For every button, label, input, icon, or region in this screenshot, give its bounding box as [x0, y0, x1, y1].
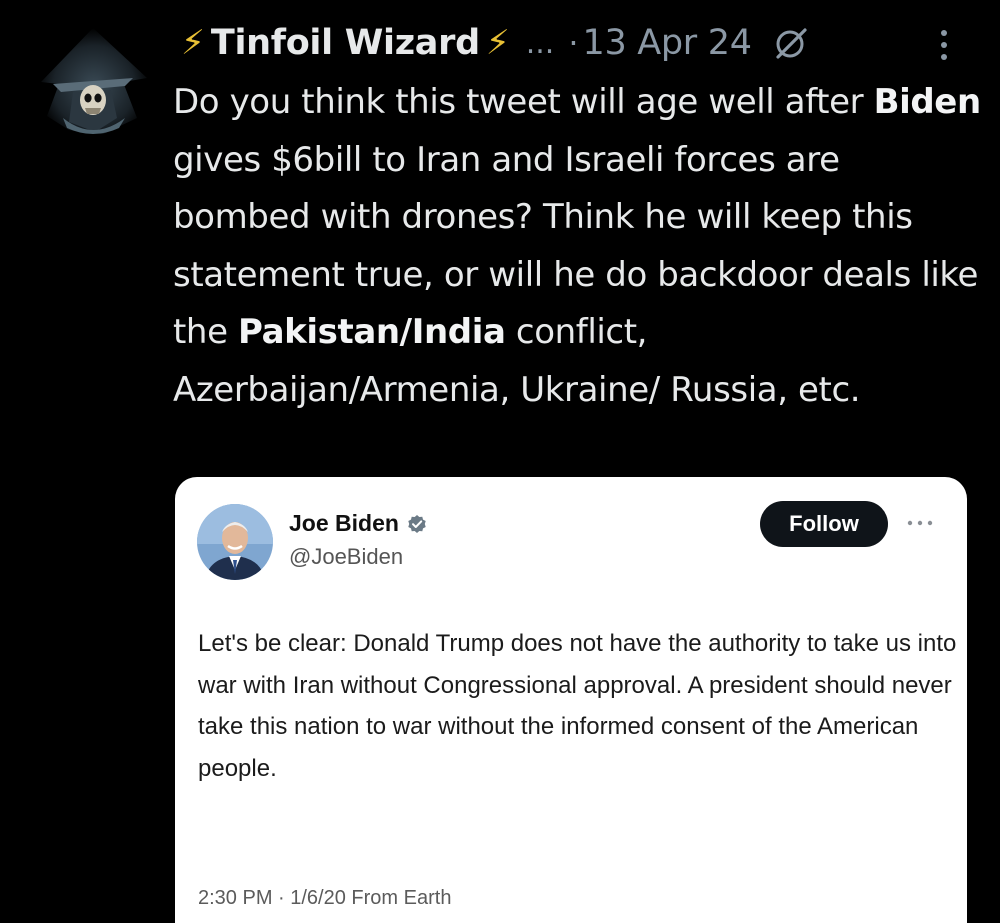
grok-icon[interactable] — [774, 26, 808, 60]
quoted-tweet-text: Let's be clear: Donald Trump does not ha… — [198, 630, 957, 782]
truncated-handle[interactable]: ... — [526, 26, 555, 61]
profile-photo-icon[interactable] — [197, 504, 273, 580]
verified-badge-icon — [407, 514, 427, 534]
more-horizontal-icon[interactable] — [906, 515, 934, 533]
author-display-name[interactable]: Tinfoil Wizard — [211, 23, 480, 63]
mention-pakistan: Pakistan — [238, 312, 400, 352]
quoted-tweet-timestamp[interactable]: 2:30 PM · 1/6/20 From Earth — [198, 887, 451, 910]
quoted-author-name[interactable]: Joe Biden — [289, 510, 427, 537]
post-header: ⚡ Tinfoil Wizard ⚡ ... · 13 Apr 24 — [181, 18, 808, 68]
quoted-author-name-text[interactable]: Joe Biden — [289, 510, 399, 537]
quoted-author-handle[interactable]: @JoeBiden — [289, 544, 403, 570]
mention-biden: Biden — [873, 82, 982, 122]
mention-india: India — [411, 312, 506, 352]
quoted-tweet-card[interactable]: Joe Biden @JoeBiden Follow Let's be clea… — [175, 477, 967, 923]
separator-dot: · — [568, 24, 579, 62]
skull-wizard-avatar-icon[interactable] — [33, 22, 155, 137]
post-text-segment: Do you think this tweet will age well af… — [173, 82, 874, 122]
lightning-icon: ⚡ — [485, 23, 510, 63]
post-date[interactable]: 13 Apr 24 — [582, 23, 751, 63]
follow-button[interactable]: Follow — [760, 501, 888, 547]
more-vertical-icon[interactable] — [938, 26, 950, 70]
post-text: Do you think this tweet will age well af… — [173, 74, 983, 419]
post-text-slash: / — [399, 312, 412, 352]
lightning-icon: ⚡ — [181, 23, 205, 63]
